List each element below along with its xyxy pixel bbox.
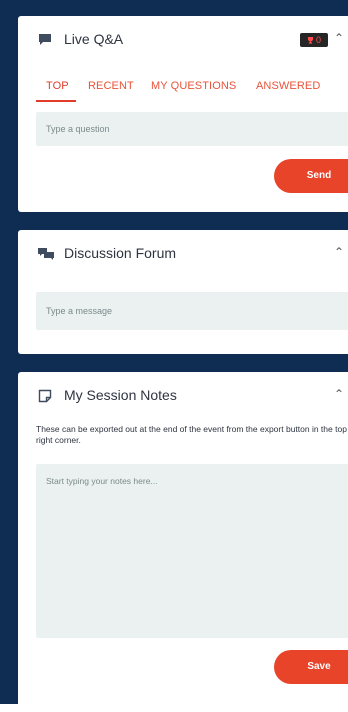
chevron-up-icon[interactable]: ⌃ — [334, 386, 344, 402]
live-qa-header[interactable]: Live Q&A 0 ⌃ — [18, 16, 348, 64]
notes-description: These can be exported out at the end of … — [36, 424, 347, 445]
live-qa-title: Live Q&A — [64, 31, 124, 47]
trophy-icon — [307, 36, 314, 44]
tab-answered[interactable]: ANSWERED — [256, 78, 320, 116]
session-notes-header[interactable]: My Session Notes ⌃ — [18, 372, 348, 420]
chat-bubble-icon — [38, 33, 52, 47]
message-input[interactable]: Type a message — [36, 292, 348, 330]
discussion-forum-panel: Discussion Forum ⌃ Type a message — [18, 230, 348, 354]
live-qa-panel: Live Q&A 0 ⌃ TOP RECENT MY QUESTIONS ANS… — [18, 16, 348, 212]
notes-textarea[interactable]: Start typing your notes here... — [36, 464, 348, 638]
chevron-up-icon[interactable]: ⌃ — [334, 30, 344, 46]
session-notes-panel: My Session Notes ⌃ These can be exported… — [18, 372, 348, 712]
note-icon — [38, 389, 52, 403]
active-tab-indicator — [36, 100, 76, 102]
session-notes-title: My Session Notes — [64, 387, 177, 403]
question-count: 0 — [315, 35, 321, 45]
tab-recent[interactable]: RECENT — [88, 78, 134, 116]
tab-top[interactable]: TOP — [46, 78, 69, 116]
discussion-forum-header[interactable]: Discussion Forum ⌃ — [18, 230, 348, 278]
send-button[interactable]: Send — [274, 159, 348, 193]
question-input[interactable]: Type a question — [36, 112, 348, 146]
save-button[interactable]: Save — [274, 650, 348, 684]
chevron-up-icon[interactable]: ⌃ — [334, 244, 344, 260]
question-count-badge: 0 — [300, 33, 328, 47]
discussion-icon — [38, 247, 54, 261]
discussion-forum-title: Discussion Forum — [64, 245, 177, 261]
tab-my-questions[interactable]: MY QUESTIONS — [151, 78, 236, 116]
